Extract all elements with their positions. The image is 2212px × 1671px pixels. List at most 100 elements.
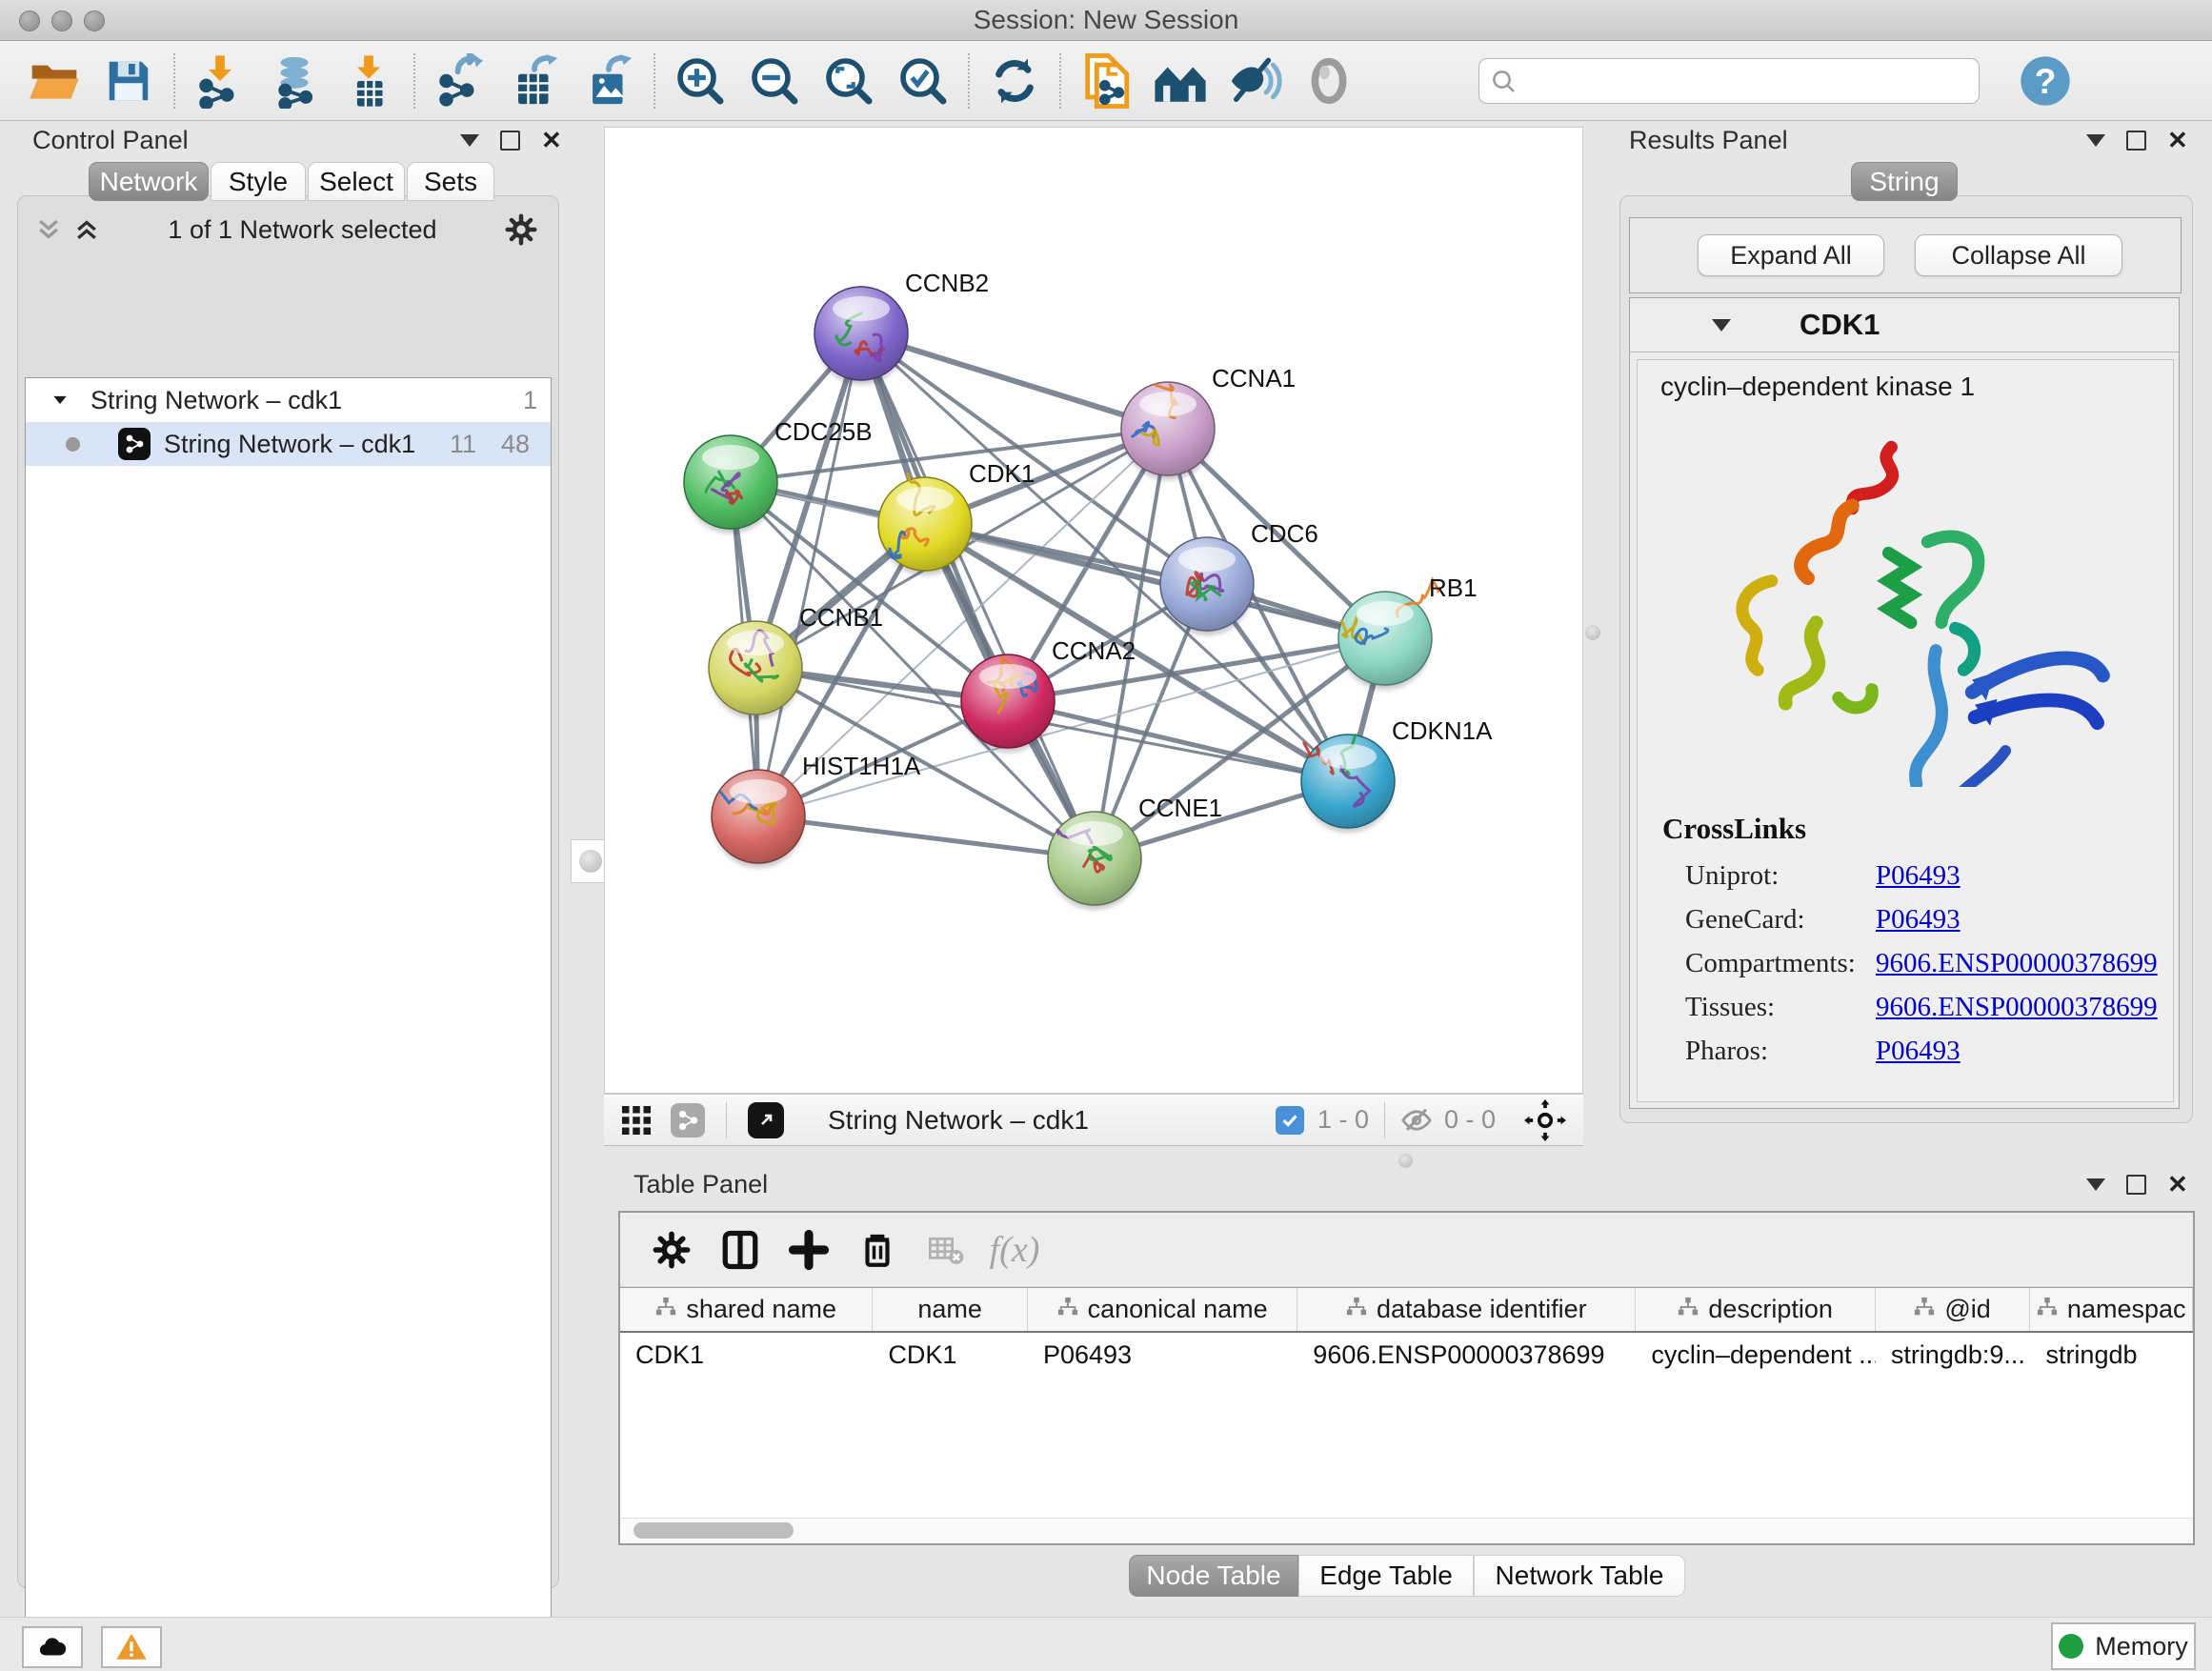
- crosslink-uniprot[interactable]: P06493: [1876, 860, 1961, 891]
- results-panel-menu-icon[interactable]: [2086, 134, 2105, 147]
- tab-string-results[interactable]: String: [1851, 162, 1958, 201]
- zoom-in-icon[interactable]: [663, 47, 737, 115]
- import-network-file-icon[interactable]: [183, 47, 257, 115]
- table-header-row: shared namenamecanonical namedatabase id…: [620, 1287, 2193, 1333]
- right-splitter-handle[interactable]: [1585, 625, 1600, 640]
- crosslink-row: Pharos:P06493: [1685, 1029, 2173, 1073]
- zoom-fit-icon[interactable]: [812, 47, 886, 115]
- selected-checkbox-icon[interactable]: [1276, 1106, 1304, 1135]
- network-row[interactable]: String Network – cdk1 11 48: [26, 422, 551, 466]
- control-panel-close-icon[interactable]: ✕: [541, 128, 562, 152]
- show-columns-icon[interactable]: [706, 1217, 774, 1283]
- export-image-icon[interactable]: [572, 47, 646, 115]
- node-CDK1[interactable]: CDK1: [878, 459, 1035, 574]
- tab-edge-table[interactable]: Edge Table: [1298, 1555, 1474, 1597]
- gene-card: CDK1 cyclin–dependent kinase 1: [1629, 297, 2180, 1109]
- results-panel-float-icon[interactable]: [2126, 131, 2146, 151]
- node-RB1[interactable]: RB1: [1338, 574, 1478, 689]
- node-CCNA1[interactable]: CCNA1: [1121, 364, 1296, 479]
- column-header-namespac[interactable]: namespac: [2030, 1288, 2193, 1331]
- tab-node-table[interactable]: Node Table: [1129, 1555, 1298, 1597]
- table-options-gear-icon[interactable]: [637, 1217, 706, 1283]
- collapse-all-icon[interactable]: [34, 215, 63, 244]
- table-panel-title: Table Panel: [633, 1170, 768, 1199]
- memory-button[interactable]: Memory: [2051, 1622, 2196, 1670]
- control-panel-float-icon[interactable]: [500, 131, 520, 151]
- save-session-icon[interactable]: [91, 47, 166, 115]
- table-horizontal-scrollbar[interactable]: [620, 1518, 2193, 1543]
- node-label-CCNB1: CCNB1: [799, 603, 883, 632]
- export-network-icon[interactable]: [423, 47, 497, 115]
- warnings-button[interactable]: [101, 1626, 162, 1668]
- tab-network[interactable]: Network: [89, 162, 209, 201]
- tab-network-table[interactable]: Network Table: [1474, 1555, 1685, 1597]
- bottom-splitter-handle[interactable]: [1398, 1154, 1413, 1168]
- crosslink-genecard[interactable]: P06493: [1876, 904, 1961, 935]
- hide-selected-icon[interactable]: [1217, 47, 1292, 115]
- collection-expander-icon[interactable]: [50, 391, 70, 410]
- selected-count: 1 - 0: [1317, 1105, 1369, 1135]
- tab-sets[interactable]: Sets: [407, 162, 494, 201]
- export-table-icon[interactable]: [497, 47, 572, 115]
- search-input[interactable]: [1478, 58, 1980, 104]
- warning-icon: [115, 1631, 148, 1663]
- create-column-icon[interactable]: [774, 1217, 843, 1283]
- network-collection-row[interactable]: String Network – cdk1 1: [26, 378, 551, 422]
- import-table-file-icon[interactable]: [332, 47, 406, 115]
- show-all-icon[interactable]: [1292, 47, 1366, 115]
- node-HIST1H1A[interactable]: HIST1H1A: [712, 752, 921, 867]
- column-header-description[interactable]: description: [1636, 1288, 1875, 1331]
- table-panel-menu-icon[interactable]: [2086, 1178, 2105, 1191]
- node-label-CCNA2: CCNA2: [1052, 636, 1136, 665]
- duplicate-network-icon[interactable]: [1069, 47, 1143, 115]
- column-header-database-identifier[interactable]: database identifier: [1297, 1288, 1636, 1331]
- expand-all-icon[interactable]: [72, 215, 101, 244]
- edge-CCNB2-CCNA1[interactable]: [861, 333, 1168, 429]
- apply-layout-icon[interactable]: [977, 47, 1052, 115]
- results-panel-close-icon[interactable]: ✕: [2167, 128, 2188, 152]
- expand-all-button[interactable]: Expand All: [1698, 234, 1884, 276]
- grid-view-icon[interactable]: [619, 1103, 654, 1137]
- table-cell: cyclin–dependent ...: [1636, 1333, 1875, 1377]
- crosslink-pharos[interactable]: P06493: [1876, 1036, 1961, 1066]
- help-icon[interactable]: ?: [2008, 47, 2082, 115]
- gene-card-header[interactable]: CDK1: [1630, 298, 2179, 352]
- crosslink-row: Tissues:9606.ENSP00000378699: [1685, 985, 2173, 1029]
- network-options-gear-icon[interactable]: [504, 212, 538, 247]
- import-network-database-icon[interactable]: [257, 47, 332, 115]
- column-header-canonical-name[interactable]: canonical name: [1028, 1288, 1297, 1331]
- scrollbar-thumb[interactable]: [633, 1522, 794, 1539]
- table-panel-float-icon[interactable]: [2126, 1175, 2146, 1195]
- zoom-out-icon[interactable]: [737, 47, 812, 115]
- column-namespace-icon: [655, 1295, 676, 1324]
- node-CDKN1A[interactable]: CDKN1A: [1301, 716, 1493, 832]
- tab-select[interactable]: Select: [308, 162, 405, 201]
- network-canvas[interactable]: CCNB2CCNA1CDC25BCDK1CDC6RB1CCNB1CCNA2CDK…: [604, 127, 1583, 1094]
- node-CCNB1[interactable]: CCNB1: [709, 603, 883, 718]
- column-header-name[interactable]: name: [873, 1288, 1028, 1331]
- cloud-icon: [36, 1631, 69, 1663]
- zoom-selected-icon[interactable]: [886, 47, 960, 115]
- gene-card-expander-icon[interactable]: [1712, 319, 1731, 332]
- detach-view-icon[interactable]: [748, 1102, 784, 1138]
- svg-text:?: ?: [2035, 60, 2057, 100]
- table-cell: CDK1: [620, 1333, 873, 1377]
- table-panel-close-icon[interactable]: ✕: [2167, 1172, 2188, 1197]
- column-header--id[interactable]: @id: [1876, 1288, 2031, 1331]
- column-header-shared-name[interactable]: shared name: [620, 1288, 873, 1331]
- delete-column-icon[interactable]: [843, 1217, 912, 1283]
- pan-crosshair-icon[interactable]: [1524, 1099, 1566, 1141]
- cloud-button[interactable]: [22, 1626, 83, 1668]
- network-overview-icon[interactable]: [671, 1103, 705, 1137]
- tab-style[interactable]: Style: [211, 162, 306, 201]
- edge-HIST1H1A-CCNE1[interactable]: [758, 816, 1095, 858]
- crosslink-compartments[interactable]: 9606.ENSP00000378699: [1876, 948, 2158, 978]
- network-edge-count: 48: [501, 430, 530, 459]
- table-row[interactable]: CDK1CDK1P064939606.ENSP00000378699cyclin…: [620, 1333, 2193, 1377]
- first-neighbors-icon[interactable]: [1143, 47, 1217, 115]
- control-panel-menu-icon[interactable]: [460, 134, 479, 147]
- crosslink-tissues[interactable]: 9606.ENSP00000378699: [1876, 992, 2158, 1022]
- collapse-all-button[interactable]: Collapse All: [1915, 234, 2122, 276]
- open-session-icon[interactable]: [17, 47, 91, 115]
- status-bar: Memory: [0, 1617, 2212, 1671]
